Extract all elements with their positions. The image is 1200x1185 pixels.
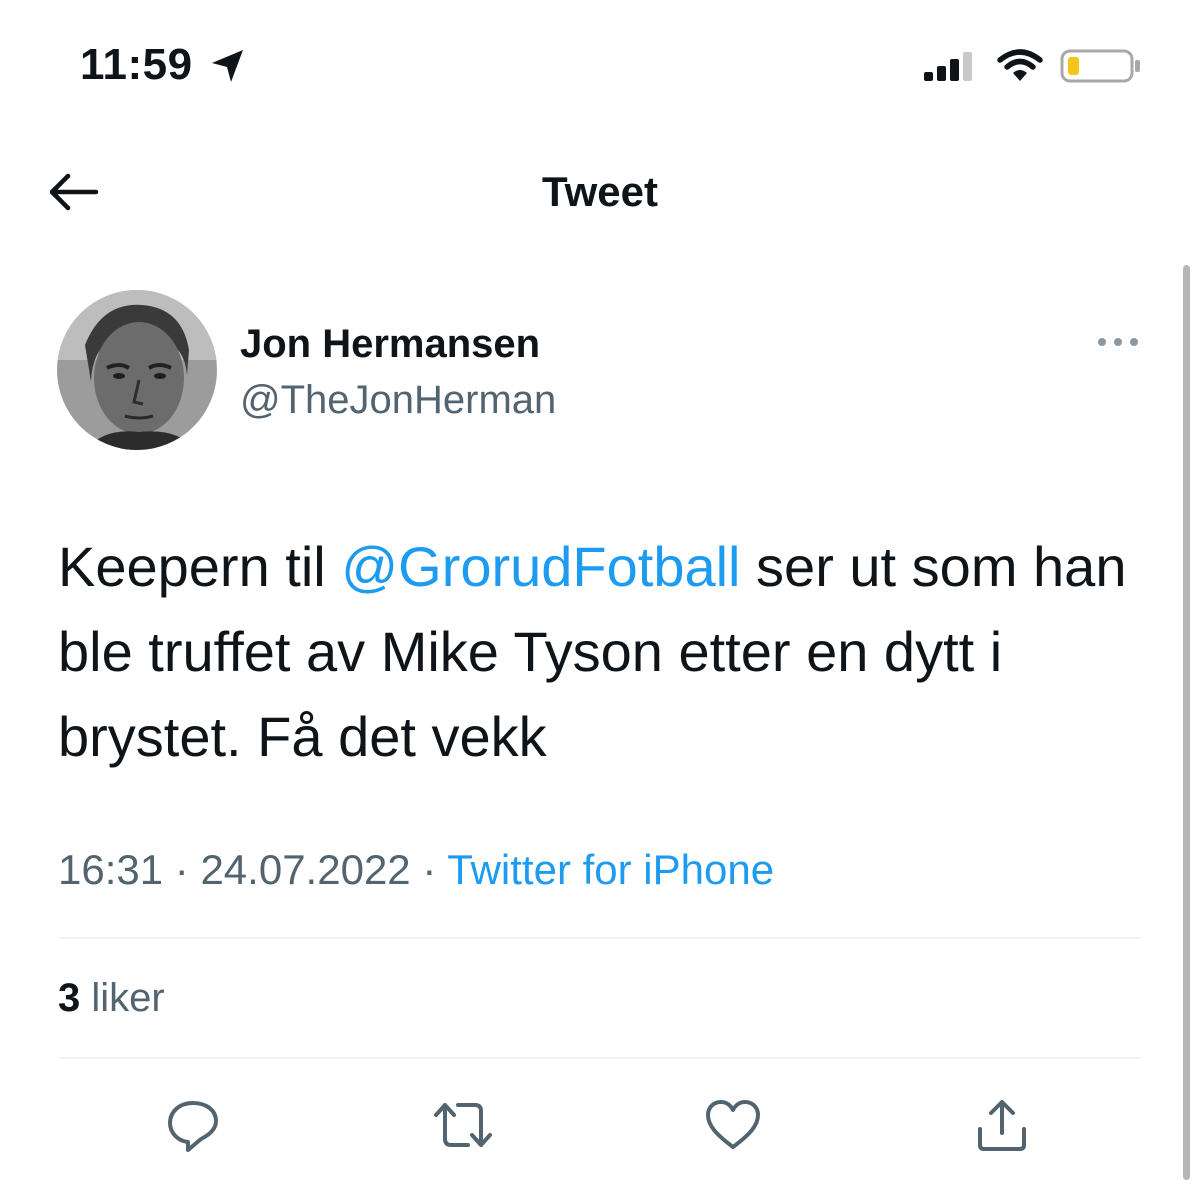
location-arrow-icon [212, 50, 243, 82]
likes-label: liker [91, 976, 165, 1020]
reply-button[interactable] [158, 1090, 228, 1160]
author-handle[interactable]: @TheJonHerman [240, 378, 556, 423]
page-title: Tweet [542, 168, 658, 215]
wifi-icon [997, 49, 1043, 81]
source-link[interactable]: Twitter for iPhone [447, 846, 774, 893]
cellular-signal-icon [924, 52, 972, 81]
more-horizontal-icon [1098, 338, 1138, 346]
author-name[interactable]: Jon Hermansen [240, 322, 540, 367]
likes-stat[interactable]: 3 liker [58, 976, 165, 1021]
meta-separator: · [422, 846, 437, 893]
battery-low-icon [1060, 49, 1140, 83]
tweet-meta: 16:31 · 24.07.2022 · Twitter for iPhone [58, 846, 774, 894]
mention-link[interactable]: @GrorudFotball [341, 535, 740, 598]
tweet-text-start: Keepern til [58, 535, 342, 598]
retweet-icon [434, 1103, 492, 1147]
share-button[interactable] [967, 1090, 1037, 1160]
meta-separator: · [174, 846, 189, 893]
status-time: 11:59 [80, 40, 193, 89]
avatar[interactable] [57, 290, 217, 450]
reply-icon [168, 1101, 218, 1152]
divider [58, 937, 1142, 939]
avatar-photo [57, 290, 217, 450]
tweet-time: 16:31 [58, 846, 164, 893]
scrollbar[interactable] [1183, 265, 1190, 1180]
like-button[interactable] [698, 1090, 768, 1160]
heart-icon [706, 1100, 760, 1149]
tweet-date: 24.07.2022 [200, 846, 411, 893]
tweet-text: Keepern til @GrorudFotball ser ut som ha… [58, 524, 1168, 779]
likes-count: 3 [58, 976, 81, 1020]
share-icon [978, 1100, 1026, 1151]
more-button[interactable] [1090, 328, 1146, 356]
retweet-button[interactable] [428, 1090, 498, 1160]
divider [58, 1057, 1142, 1059]
